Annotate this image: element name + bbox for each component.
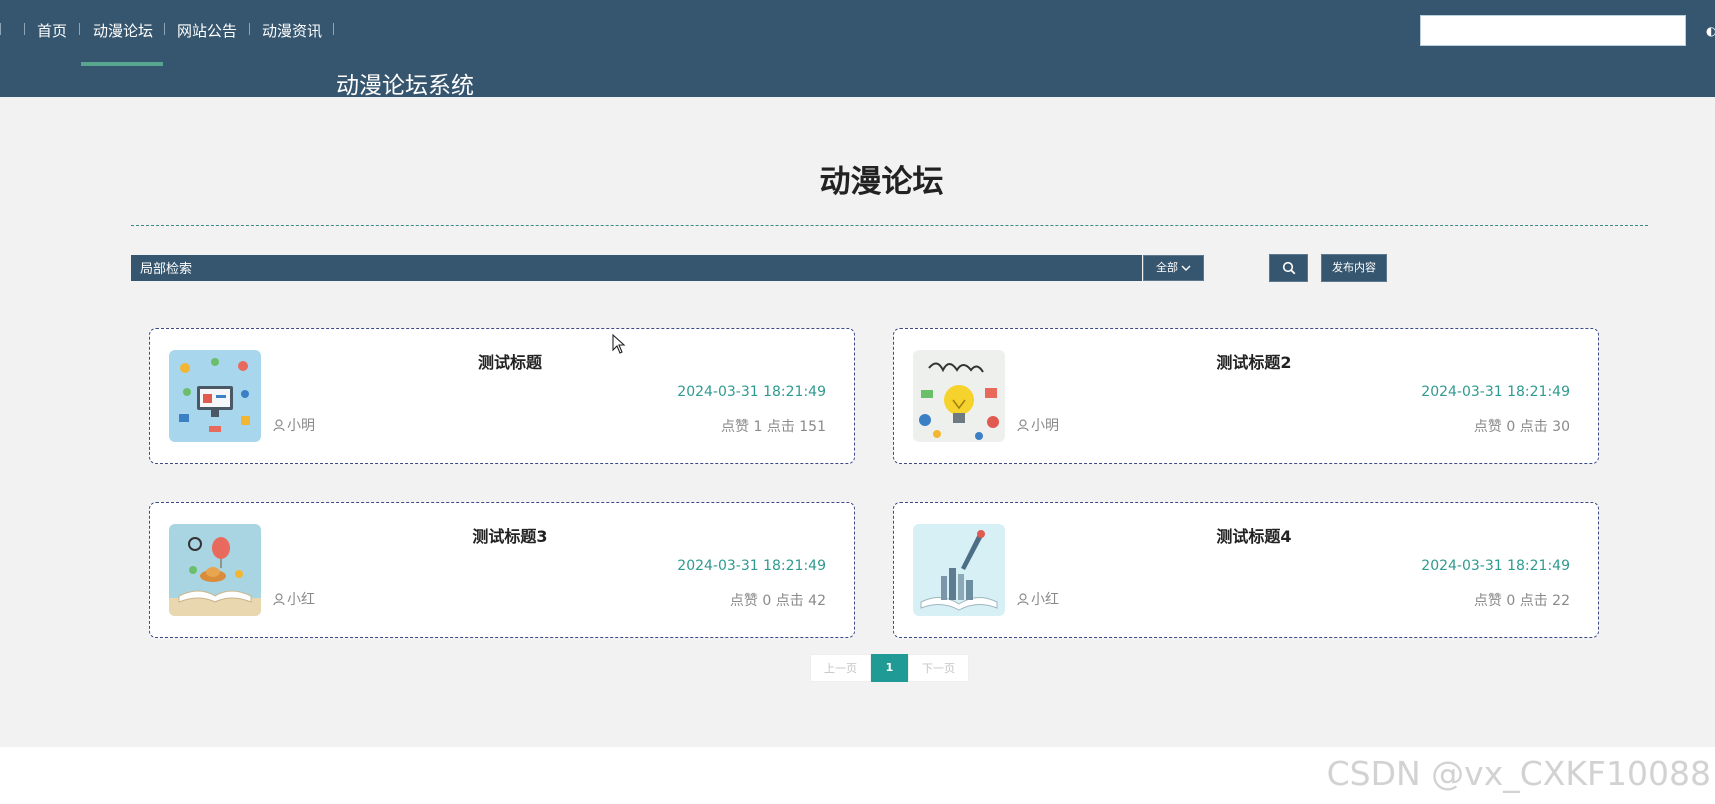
post-date: 2024-03-31 18:21:49: [677, 384, 826, 400]
title-divider: [131, 225, 1648, 226]
mouse-cursor-icon: [612, 334, 626, 354]
page-number-button[interactable]: 1: [871, 654, 908, 682]
post-thumbnail: [913, 350, 1005, 442]
post-author: 小明: [1017, 415, 1059, 435]
post-author-name: 小明: [287, 418, 315, 434]
watermark: CSDN @vx_CXKF10088: [1326, 754, 1711, 793]
post-author: 小红: [273, 589, 315, 609]
post-thumbnail: [169, 524, 261, 616]
post-card[interactable]: 测试标题 2024-03-31 18:21:49 小明 点赞 1 点击 151: [149, 328, 855, 464]
prev-page-button[interactable]: 上一页: [810, 654, 871, 682]
post-thumbnail: [913, 524, 1005, 616]
post-stats: 点赞 0 点击 22: [1473, 593, 1570, 609]
post-thumbnail: [169, 350, 261, 442]
post-date: 2024-03-31 18:21:49: [1421, 558, 1570, 574]
post-date: 2024-03-31 18:21:49: [677, 558, 826, 574]
post-author-name: 小明: [1031, 418, 1059, 434]
active-nav-indicator: [81, 62, 163, 66]
user-icon: [1017, 419, 1029, 432]
header-search-input[interactable]: [1420, 15, 1686, 46]
post-stats: 点赞 0 点击 42: [729, 593, 826, 609]
category-select-value: 全部: [1156, 261, 1178, 274]
nav-item-news[interactable]: 动漫资讯: [262, 18, 322, 44]
post-author: 小明: [273, 415, 315, 435]
post-card[interactable]: 测试标题4 2024-03-31 18:21:49 小红 点赞 0 点击 22: [893, 502, 1599, 638]
nav-separator: [249, 23, 250, 35]
post-stats: 点赞 0 点击 30: [1473, 419, 1570, 435]
post-title[interactable]: 测试标题: [270, 349, 750, 373]
page-title: 动漫论坛: [819, 164, 944, 200]
post-stats: 点赞 1 点击 151: [721, 419, 826, 435]
publish-button[interactable]: 发布内容: [1321, 254, 1387, 282]
chevron-down-icon: [1181, 265, 1191, 271]
nav-separator: [164, 23, 165, 35]
nav-separator: [333, 23, 334, 35]
search-button[interactable]: [1269, 254, 1308, 282]
nav-separator: [79, 23, 80, 35]
nav-item-home[interactable]: 首页: [37, 18, 67, 44]
search-icon: [1282, 261, 1296, 275]
nav-separator: [24, 23, 25, 35]
post-title[interactable]: 测试标题3: [270, 523, 750, 547]
post-title[interactable]: 测试标题4: [1014, 523, 1494, 547]
nav-item-forum[interactable]: 动漫论坛: [93, 18, 153, 44]
user-icon: [273, 419, 285, 432]
user-menu-icon[interactable]: ◐: [1706, 24, 1715, 38]
nav-separator: [0, 23, 1, 35]
next-page-button[interactable]: 下一页: [908, 654, 969, 682]
top-navbar: 首页 动漫论坛 网站公告 动漫资讯 动漫论坛系统 ◐: [0, 0, 1715, 99]
nav-item-announcements[interactable]: 网站公告: [177, 18, 237, 44]
user-icon: [273, 593, 285, 606]
post-card[interactable]: 测试标题3 2024-03-31 18:21:49 小红 点赞 0 点击 42: [149, 502, 855, 638]
category-select[interactable]: 全部: [1143, 255, 1204, 281]
forum-content: 动漫论坛 全部 发布内容: [0, 97, 1715, 747]
post-author-name: 小红: [1031, 592, 1059, 608]
post-title[interactable]: 测试标题2: [1014, 349, 1494, 373]
post-date: 2024-03-31 18:21:49: [1421, 384, 1570, 400]
post-card[interactable]: 测试标题2 2024-03-31 18:21:49 小明 点赞 0 点击 30: [893, 328, 1599, 464]
post-author: 小红: [1017, 589, 1059, 609]
post-author-name: 小红: [287, 592, 315, 608]
search-input[interactable]: [131, 255, 1142, 281]
user-icon: [1017, 593, 1029, 606]
site-title: 动漫论坛系统: [336, 73, 474, 99]
